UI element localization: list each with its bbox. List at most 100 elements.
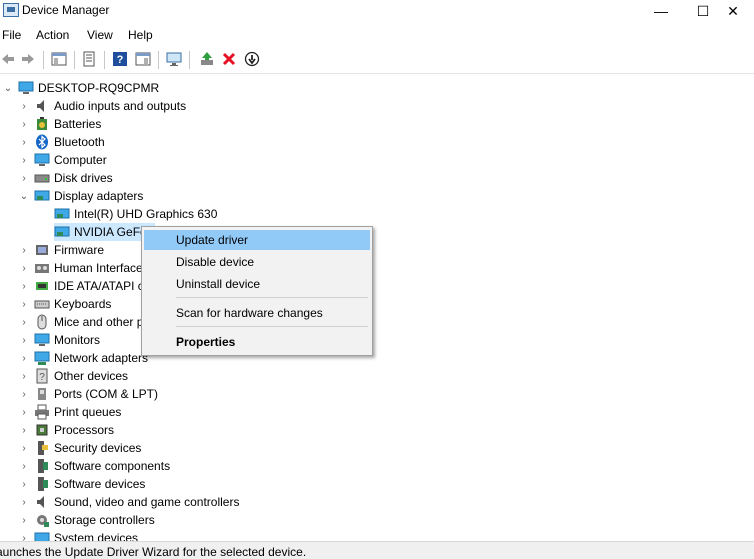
software-device-icon: [34, 476, 50, 492]
device-manager-icon: [3, 3, 19, 17]
computer-icon: [34, 152, 50, 168]
uninstall-device-menu-item[interactable]: Uninstall device: [144, 274, 370, 294]
tree-item-label: Software components: [54, 459, 171, 473]
status-text: aunches the Update Driver Wizard for the…: [0, 545, 307, 559]
tree-item-processors[interactable]: › Processors: [18, 421, 114, 439]
help-icon[interactable]: ?: [112, 51, 128, 67]
context-menu-separator: [176, 326, 368, 327]
chevron-right-icon[interactable]: ›: [18, 118, 30, 130]
disk-drive-icon: [34, 170, 50, 186]
monitor-icon: [34, 332, 50, 348]
tree-item-label: Computer: [54, 153, 107, 167]
disable-icon[interactable]: [244, 51, 260, 67]
close-button[interactable]: ✕: [712, 0, 754, 22]
tree-item-batteries[interactable]: › Batteries: [18, 115, 101, 133]
tree-item-print-queues[interactable]: › Print queues: [18, 403, 121, 421]
tree-item-label: Print queues: [54, 405, 122, 419]
menu-help[interactable]: Help: [128, 28, 153, 42]
update-driver-icon[interactable]: [199, 51, 215, 67]
tree-item-bluetooth[interactable]: › Bluetooth: [18, 133, 105, 151]
disable-device-menu-item[interactable]: Disable device: [144, 252, 370, 272]
tree-item-computer[interactable]: › Computer: [18, 151, 107, 169]
svg-text:?: ?: [117, 54, 124, 66]
tree-item-security-devices[interactable]: › Security devices: [18, 439, 141, 457]
chevron-right-icon[interactable]: ›: [18, 316, 30, 328]
toolbar-separator: [189, 51, 190, 69]
menu-file[interactable]: File: [2, 28, 21, 42]
chevron-right-icon[interactable]: ›: [18, 460, 30, 472]
chevron-right-icon[interactable]: ›: [18, 244, 30, 256]
chevron-right-icon[interactable]: ›: [18, 298, 30, 310]
processor-icon: [34, 422, 50, 438]
chevron-right-icon[interactable]: ›: [18, 388, 30, 400]
chevron-right-icon[interactable]: ›: [18, 370, 30, 382]
tree-item-hid[interactable]: › Human Interface: [18, 259, 142, 277]
back-icon[interactable]: [0, 51, 16, 67]
tree-item-label: Firmware: [54, 243, 104, 257]
forward-icon[interactable]: [20, 51, 36, 67]
uninstall-icon[interactable]: [221, 51, 237, 67]
chevron-down-icon[interactable]: ⌄: [2, 82, 14, 94]
chevron-right-icon[interactable]: ›: [18, 352, 30, 364]
tree-item-nvidia-geforce[interactable]: NVIDIA GeFo: [54, 223, 155, 241]
tree-item-audio[interactable]: › Audio inputs and outputs: [18, 97, 186, 115]
context-menu-separator: [176, 297, 368, 298]
menu-action[interactable]: Action: [36, 28, 69, 42]
tree-item-label: Bluetooth: [54, 135, 105, 149]
tree-root[interactable]: ⌄ DESKTOP-RQ9CPMR: [2, 79, 159, 97]
display-adapter-icon: [54, 206, 70, 222]
chevron-right-icon[interactable]: ›: [18, 496, 30, 508]
tree-item-label: Sound, video and game controllers: [54, 495, 240, 509]
chevron-right-icon[interactable]: ›: [18, 280, 30, 292]
monitor-icon[interactable]: [166, 51, 182, 67]
tree-item-display-adapters[interactable]: ⌄ Display adapters: [18, 187, 144, 205]
tree-item-label: Network adapters: [54, 351, 149, 365]
scan-hardware-changes-menu-item[interactable]: Scan for hardware changes: [144, 303, 370, 323]
properties-menu-item[interactable]: Properties: [144, 332, 370, 352]
tree-item-intel-uhd-630[interactable]: Intel(R) UHD Graphics 630: [54, 205, 217, 223]
chevron-right-icon[interactable]: ›: [18, 514, 30, 526]
tree-item-label: Intel(R) UHD Graphics 630: [74, 207, 218, 221]
tree-item-disk-drives[interactable]: › Disk drives: [18, 169, 113, 187]
update-driver-menu-item[interactable]: Update driver: [144, 230, 370, 250]
firmware-icon: [34, 242, 50, 258]
tree-item-ide-ata[interactable]: › IDE ATA/ATAPI c: [18, 277, 143, 295]
chevron-down-icon[interactable]: ⌄: [18, 190, 30, 202]
chevron-right-icon[interactable]: ›: [18, 442, 30, 454]
chevron-right-icon[interactable]: ›: [18, 478, 30, 490]
tree-item-sound-video-game[interactable]: › Sound, video and game controllers: [18, 493, 239, 511]
tree-root-label: DESKTOP-RQ9CPMR: [38, 81, 160, 95]
action-pane-icon[interactable]: [135, 51, 151, 67]
port-icon: [34, 386, 50, 402]
tree-item-label: Audio inputs and outputs: [54, 99, 187, 113]
tree-item-firmware[interactable]: › Firmware: [18, 241, 104, 259]
tree-item-network-adapters[interactable]: › Network adapters: [18, 349, 148, 367]
tree-item-software-components[interactable]: › Software components: [18, 457, 170, 475]
title-bar: Device Manager — ☐ ✕: [0, 0, 754, 24]
tree-item-keyboards[interactable]: › Keyboards: [18, 295, 111, 313]
tree-item-other-devices[interactable]: › ? Other devices: [18, 367, 128, 385]
toolbar-separator: [43, 51, 44, 69]
show-hide-console-tree-icon[interactable]: [51, 51, 67, 67]
tree-item-label: Mice and other p: [54, 315, 144, 329]
chevron-right-icon[interactable]: ›: [18, 334, 30, 346]
chevron-right-icon[interactable]: ›: [18, 154, 30, 166]
display-adapter-icon: [54, 224, 70, 240]
tree-item-ports[interactable]: › Ports (COM & LPT): [18, 385, 158, 403]
tree-item-mice[interactable]: › Mice and other p: [18, 313, 143, 331]
chevron-right-icon[interactable]: ›: [18, 136, 30, 148]
menu-view[interactable]: View: [87, 28, 113, 42]
tree-item-monitors[interactable]: › Monitors: [18, 331, 100, 349]
keyboard-icon: [34, 296, 50, 312]
minimize-button[interactable]: —: [638, 0, 684, 22]
chevron-right-icon[interactable]: ›: [18, 100, 30, 112]
tree-item-software-devices[interactable]: › Software devices: [18, 475, 145, 493]
tree-item-storage-controllers[interactable]: › Storage controllers: [18, 511, 155, 529]
chevron-right-icon[interactable]: ›: [18, 424, 30, 436]
properties-icon[interactable]: [81, 51, 97, 67]
storage-controller-icon: [34, 512, 50, 528]
chevron-right-icon[interactable]: ›: [18, 172, 30, 184]
chevron-right-icon[interactable]: ›: [18, 262, 30, 274]
chevron-right-icon[interactable]: ›: [18, 406, 30, 418]
tree-item-label: Disk drives: [54, 171, 113, 185]
